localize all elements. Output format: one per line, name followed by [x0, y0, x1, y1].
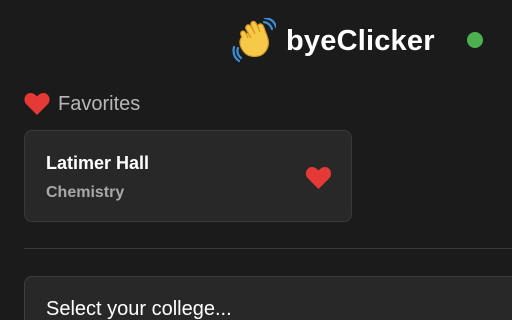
brand: byeClicker	[232, 16, 435, 63]
section-divider	[24, 248, 512, 249]
favorite-card[interactable]: Latimer Hall Chemistry	[24, 130, 352, 222]
waving-hand-icon	[232, 16, 278, 63]
favorite-course-location: Latimer Hall	[46, 153, 150, 173]
favorites-header: Favorites	[24, 92, 140, 116]
college-select[interactable]: Select your college...	[24, 276, 512, 320]
heart-icon	[24, 92, 50, 116]
app-header: byeClicker	[0, 0, 512, 80]
app-title: byeClicker	[286, 24, 435, 57]
heart-icon[interactable]	[305, 166, 332, 190]
app-window: byeClicker Favorites Latimer Hall Chemis…	[0, 0, 512, 320]
online-status-indicator	[467, 32, 483, 48]
favorite-course-subject: Chemistry	[46, 184, 125, 201]
college-select-placeholder: Select your college...	[46, 298, 232, 320]
favorites-label: Favorites	[58, 93, 141, 115]
